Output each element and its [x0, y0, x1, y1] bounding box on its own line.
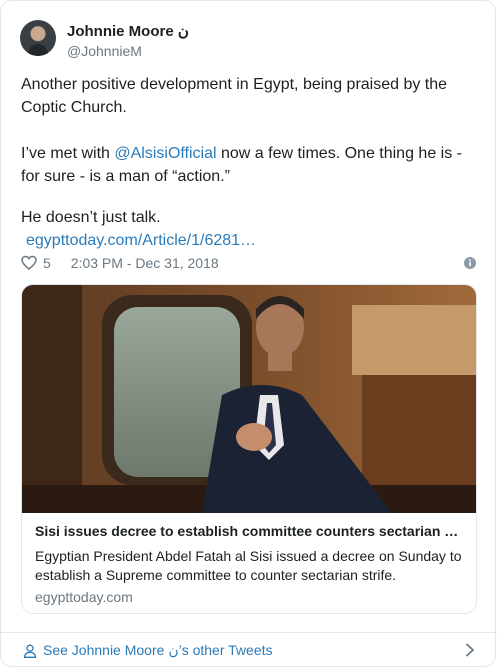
mention-link[interactable]: @AlsisiOfficial [114, 145, 216, 162]
tweet-text-line: for sure - is a man of “action.” [21, 168, 230, 185]
timestamp[interactable]: 2:03 PM - Dec 31, 2018 [71, 255, 219, 271]
card-domain: egypttoday.com [35, 589, 133, 605]
footer-divider [1, 632, 497, 633]
card-title[interactable]: Sisi issues decree to establish committe… [35, 523, 458, 539]
card-description: Egyptian President Abdel Fatah al Sisi i… [35, 548, 462, 583]
person-icon [23, 644, 37, 658]
author-handle[interactable]: @JohnnieM [67, 43, 142, 59]
info-icon[interactable] [463, 256, 477, 270]
author-name-suffix: ن [177, 23, 189, 40]
embedded-tweet: Johnnie Moore ن @JohnnieM Another positi… [0, 0, 497, 667]
tweet-text-line: Coptic Church. [21, 99, 127, 116]
see-other-tweets-link[interactable]: See Johnnie Moore ن’s other Tweets [23, 642, 273, 659]
author-name[interactable]: Johnnie Moore ن [67, 22, 189, 40]
article-photo [22, 285, 476, 513]
chevron-right-icon[interactable] [465, 643, 475, 657]
tweet-text-line: Another positive development in Egypt, b… [21, 76, 448, 93]
like-count[interactable]: 5 [43, 255, 51, 271]
tweet-meta: 5 2:03 PM - Dec 31, 2018 [21, 253, 219, 273]
heart-icon[interactable] [21, 255, 37, 271]
tweet-text-line: I’ve met with @AlsisiOfficial now a few … [21, 145, 462, 162]
avatar[interactable] [20, 20, 56, 56]
tweet-text-line: He doesn’t just talk. [21, 209, 161, 226]
article-link[interactable]: egypttoday.com/Article/1/6281… [26, 229, 256, 252]
link-card[interactable]: Sisi issues decree to establish committe… [21, 284, 477, 614]
